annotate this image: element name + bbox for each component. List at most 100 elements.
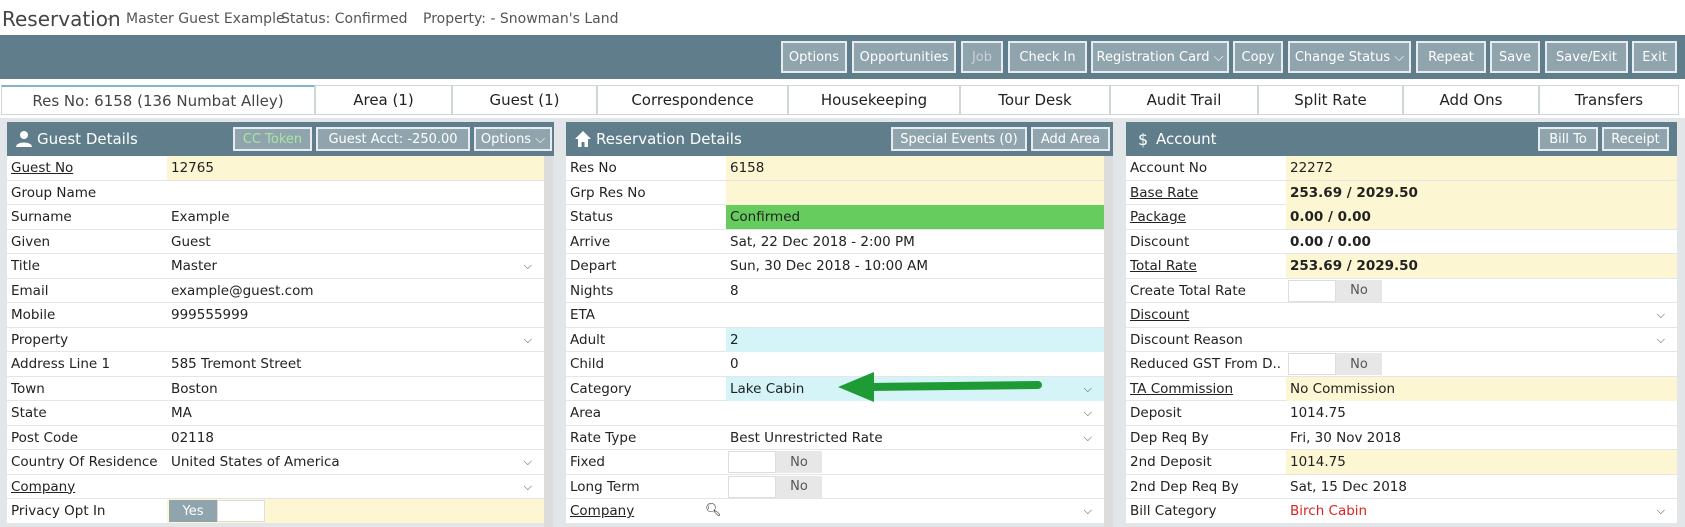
res-field-status[interactable]: Confirmed (726, 205, 1104, 229)
tab-add-ons[interactable]: Add Ons (1403, 85, 1539, 115)
guest-field-post-code[interactable]: 02118 (167, 426, 544, 450)
res-field-nights[interactable]: 8 (726, 279, 1104, 303)
save-button[interactable]: Save (1490, 41, 1540, 73)
toggle-yes-label[interactable]: Yes (169, 500, 217, 522)
repeat-button[interactable]: Repeat (1416, 41, 1486, 73)
toggle-off-side[interactable] (728, 475, 776, 498)
cc-token-button[interactable]: CC Token (233, 127, 312, 151)
tab-guest[interactable]: Guest (1) (452, 85, 597, 115)
res-field-arrive[interactable]: Sat, 22 Dec 2018 - 2:00 PM (726, 230, 1104, 254)
tab-transfers[interactable]: Transfers (1539, 85, 1679, 115)
special-events-button[interactable]: Special Events (0) (891, 127, 1027, 151)
tab-housekeeping[interactable]: Housekeeping (788, 85, 960, 115)
chevron-down-icon[interactable]: ⌵ (524, 333, 532, 347)
guest-label-company[interactable]: Company (11, 479, 163, 495)
acct-field-discount-reason[interactable]: ⌵ (1286, 328, 1677, 352)
res-field-res-no[interactable]: 6158 (726, 156, 1104, 180)
acct-label-base-rate[interactable]: Base Rate (1130, 185, 1282, 201)
toggle-no-label[interactable]: No (776, 451, 822, 473)
acct-field-discount[interactable]: 0.00 / 0.00 (1286, 230, 1677, 254)
guest-field-state[interactable]: MA (167, 401, 544, 425)
chevron-down-icon[interactable]: ⌵ (1657, 504, 1665, 518)
search-icon[interactable]: 🔍︎ (705, 503, 722, 518)
acct-field-package[interactable]: 0.00 / 0.00 (1286, 205, 1677, 229)
guest-field-email[interactable]: example@guest.com (167, 279, 544, 303)
options-button[interactable]: Options (781, 41, 847, 73)
toggle-off-side[interactable] (217, 500, 265, 522)
acct-label-total-rate[interactable]: Total Rate (1130, 258, 1282, 274)
chevron-down-icon[interactable]: ⌵ (524, 480, 532, 494)
chevron-down-icon[interactable]: ⌵ (524, 259, 532, 273)
tab-tour-desk[interactable]: Tour Desk (960, 85, 1110, 115)
job-button[interactable]: Job (961, 41, 1003, 73)
guest-field-guest-no[interactable]: 12765 (167, 156, 544, 180)
guest-field-company[interactable]: ⌵ (167, 475, 544, 499)
guest-field-privacy-opt-in[interactable]: Yes (167, 499, 544, 523)
acct-field-dep-req-by[interactable]: Fri, 30 Nov 2018 (1286, 426, 1677, 450)
res-field-eta[interactable] (726, 303, 1104, 327)
acct-toggle-create-total-rate[interactable]: No (1288, 279, 1382, 302)
acct-field-base-rate[interactable]: 253.69 / 2029.50 (1286, 180, 1677, 205)
guest-field-group-name[interactable] (167, 181, 544, 205)
acct-field-create-total-rate[interactable]: No (1286, 279, 1677, 303)
res-field-long-term[interactable]: No (726, 475, 1104, 499)
exit-button[interactable]: Exit (1632, 41, 1677, 73)
res-label-company[interactable]: Company (570, 503, 722, 519)
registration-card-button[interactable]: Registration Card ⌵ (1091, 41, 1229, 73)
acct-field-total-rate[interactable]: 253.69 / 2029.50 (1286, 254, 1677, 278)
res-field-depart[interactable]: Sun, 30 Dec 2018 - 10:00 AM (726, 254, 1104, 278)
chevron-down-icon[interactable]: ⌵ (1084, 504, 1092, 518)
guest-field-town[interactable]: Boston (167, 377, 544, 401)
acct-field-account-no[interactable]: 22272 (1286, 156, 1677, 180)
acct-toggle-reduced-gst-from-d[interactable]: No (1288, 353, 1382, 375)
guest-field-country-of-residence[interactable]: United States of America ⌵ (167, 450, 544, 474)
res-field-area[interactable]: ⌵ (726, 401, 1104, 425)
res-toggle-long-term[interactable]: No (728, 475, 822, 498)
opportunities-button[interactable]: Opportunities (852, 41, 956, 73)
res-field-company[interactable]: ⌵ (726, 499, 1104, 523)
tab-split-rate[interactable]: Split Rate (1258, 85, 1403, 115)
guest-field-mobile[interactable]: 999555999 (167, 303, 544, 327)
toggle-no-label[interactable]: No (776, 475, 822, 498)
acct-field-discount[interactable]: ⌵ (1286, 303, 1677, 327)
guest-field-property[interactable]: ⌵ (167, 328, 544, 352)
add-area-button[interactable]: Add Area (1031, 127, 1110, 151)
check-in-button[interactable]: Check In (1008, 41, 1087, 73)
acct-label-package[interactable]: Package (1130, 209, 1282, 225)
res-field-rate-type[interactable]: Best Unrestricted Rate ⌵ (726, 426, 1104, 450)
save-exit-button[interactable]: Save/Exit (1545, 41, 1628, 73)
chevron-down-icon[interactable]: ⌵ (1084, 382, 1092, 396)
chevron-down-icon[interactable]: ⌵ (1657, 308, 1665, 322)
guest-field-surname[interactable]: Example (167, 205, 544, 229)
guest-label-guest-no[interactable]: Guest No (11, 160, 163, 176)
acct-field-2nd-dep-req-by[interactable]: Sat, 15 Dec 2018 (1286, 475, 1677, 499)
copy-button[interactable]: Copy (1233, 41, 1283, 73)
tab-correspondence[interactable]: Correspondence (597, 85, 788, 115)
acct-field-bill-category[interactable]: Birch Cabin ⌵ (1286, 499, 1677, 523)
res-field-fixed[interactable]: No (726, 450, 1104, 474)
res-field-grp-res-no[interactable] (726, 180, 1104, 205)
guest-field-given[interactable]: Guest (167, 230, 544, 254)
res-field-adult[interactable]: 2 (726, 327, 1104, 352)
guest-scrollbar[interactable] (544, 156, 553, 527)
acct-label-ta-commission[interactable]: TA Commission (1130, 381, 1282, 397)
guest-field-address-line-1[interactable]: 585 Tremont Street (167, 352, 544, 376)
acct-field-deposit[interactable]: 1014.75 (1286, 401, 1677, 425)
chevron-down-icon[interactable]: ⌵ (1084, 406, 1092, 420)
reservation-scrollbar[interactable] (1104, 156, 1113, 527)
bill-to-button[interactable]: Bill To (1538, 127, 1598, 151)
toggle-no-label[interactable]: No (1336, 353, 1382, 375)
tab-area[interactable]: Area (1) (315, 85, 452, 115)
res-toggle-fixed[interactable]: No (728, 451, 822, 473)
toggle-off-side[interactable] (1288, 353, 1336, 375)
guest-options-button[interactable]: Options ⌵ (474, 127, 552, 151)
guest-field-title[interactable]: Master ⌵ (167, 254, 544, 278)
guest-acct-button[interactable]: Guest Acct: -250.00 (316, 127, 470, 151)
guest-toggle-privacy-opt-in[interactable]: Yes (169, 500, 265, 522)
acct-field-ta-commission[interactable]: No Commission (1286, 376, 1677, 401)
toggle-off-side[interactable] (1288, 279, 1336, 302)
toggle-no-label[interactable]: No (1336, 279, 1382, 302)
chevron-down-icon[interactable]: ⌵ (1084, 431, 1092, 445)
receipt-button[interactable]: Receipt (1602, 127, 1669, 151)
tab-audit-trail[interactable]: Audit Trail (1110, 85, 1258, 115)
